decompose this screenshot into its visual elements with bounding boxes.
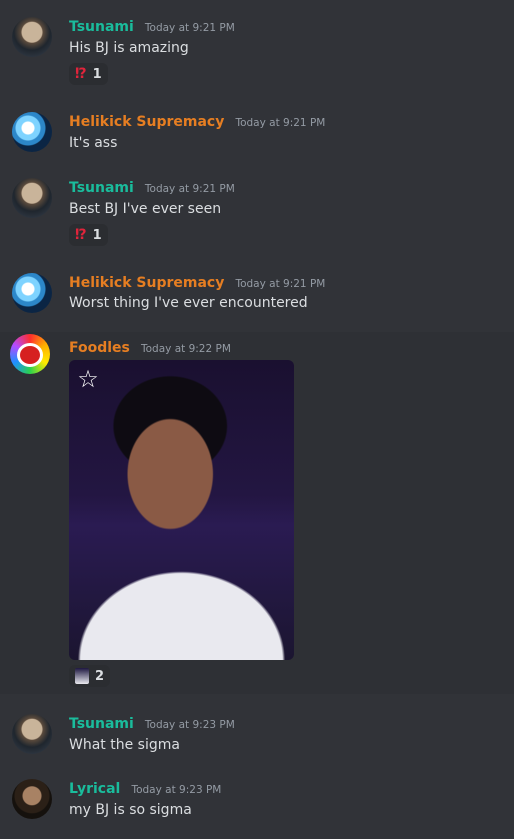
message: Tsunami Today at 9:23 PM What the sigma	[0, 706, 514, 768]
message-header: Helikick Supremacy Today at 9:21 PM	[69, 272, 325, 292]
reaction-count: 2	[95, 668, 105, 684]
message-header: Tsunami Today at 9:21 PM	[69, 16, 235, 36]
star-icon[interactable]: ☆	[75, 366, 101, 392]
author-name[interactable]: Helikick Supremacy	[69, 275, 224, 291]
timestamp: Today at 9:21 PM	[144, 183, 235, 195]
reaction-chip[interactable]: ⁉ 1	[69, 224, 108, 246]
reaction-count: 1	[92, 66, 102, 82]
avatar[interactable]	[12, 17, 52, 57]
timestamp: Today at 9:23 PM	[131, 784, 222, 796]
message-header: Tsunami Today at 9:23 PM	[69, 713, 235, 733]
message: Helikick Supremacy Today at 9:21 PM It's…	[0, 95, 514, 170]
message-header: Lyrical Today at 9:23 PM	[69, 778, 221, 798]
message-text: His BJ is amazing	[69, 40, 189, 56]
message-header: Helikick Supremacy Today at 9:21 PM	[69, 111, 325, 131]
message: Helikick Supremacy Today at 9:21 PM Wors…	[0, 265, 514, 332]
message-text: It's ass	[69, 135, 118, 151]
timestamp: Today at 9:22 PM	[140, 343, 231, 355]
avatar[interactable]	[12, 779, 52, 819]
image-content	[69, 540, 294, 660]
author-name[interactable]: Lyrical	[69, 781, 120, 797]
timestamp: Today at 9:21 PM	[235, 117, 326, 129]
author-name[interactable]: Helikick Supremacy	[69, 114, 224, 130]
message-text: What the sigma	[69, 737, 180, 753]
interrobang-icon: ⁉	[75, 227, 87, 243]
message-header: Tsunami Today at 9:21 PM	[69, 177, 235, 197]
avatar[interactable]	[12, 714, 52, 754]
author-name[interactable]: Tsunami	[69, 19, 134, 35]
message: Lyrical Today at 9:23 PM my BJ is so sig…	[0, 771, 514, 839]
interrobang-icon: ⁉	[75, 66, 87, 82]
avatar[interactable]	[12, 273, 52, 313]
author-name[interactable]: Tsunami	[69, 716, 134, 732]
avatar[interactable]	[12, 112, 52, 152]
message-header: Foodles Today at 9:22 PM	[69, 337, 231, 357]
avatar[interactable]	[12, 178, 52, 218]
timestamp: Today at 9:23 PM	[144, 719, 235, 731]
author-name[interactable]: Tsunami	[69, 180, 134, 196]
message-text: my BJ is so sigma	[69, 802, 192, 818]
message: Tsunami Today at 9:21 PM Best BJ I've ev…	[0, 170, 514, 265]
avatar[interactable]	[10, 334, 50, 374]
image-emoji-icon	[75, 668, 89, 684]
message: Tsunami Today at 9:21 PM His BJ is amazi…	[0, 0, 514, 95]
timestamp: Today at 9:21 PM	[144, 22, 235, 34]
reaction-count: 1	[92, 227, 102, 243]
message-text: Worst thing I've ever encountered	[69, 295, 308, 311]
message-text: Best BJ I've ever seen	[69, 201, 222, 217]
image-attachment[interactable]: ☆	[69, 360, 294, 660]
timestamp: Today at 9:21 PM	[235, 278, 326, 290]
reaction-chip[interactable]: ⁉ 1	[69, 63, 108, 85]
reaction-chip[interactable]: 2	[69, 665, 111, 687]
author-name[interactable]: Foodles	[69, 340, 130, 356]
